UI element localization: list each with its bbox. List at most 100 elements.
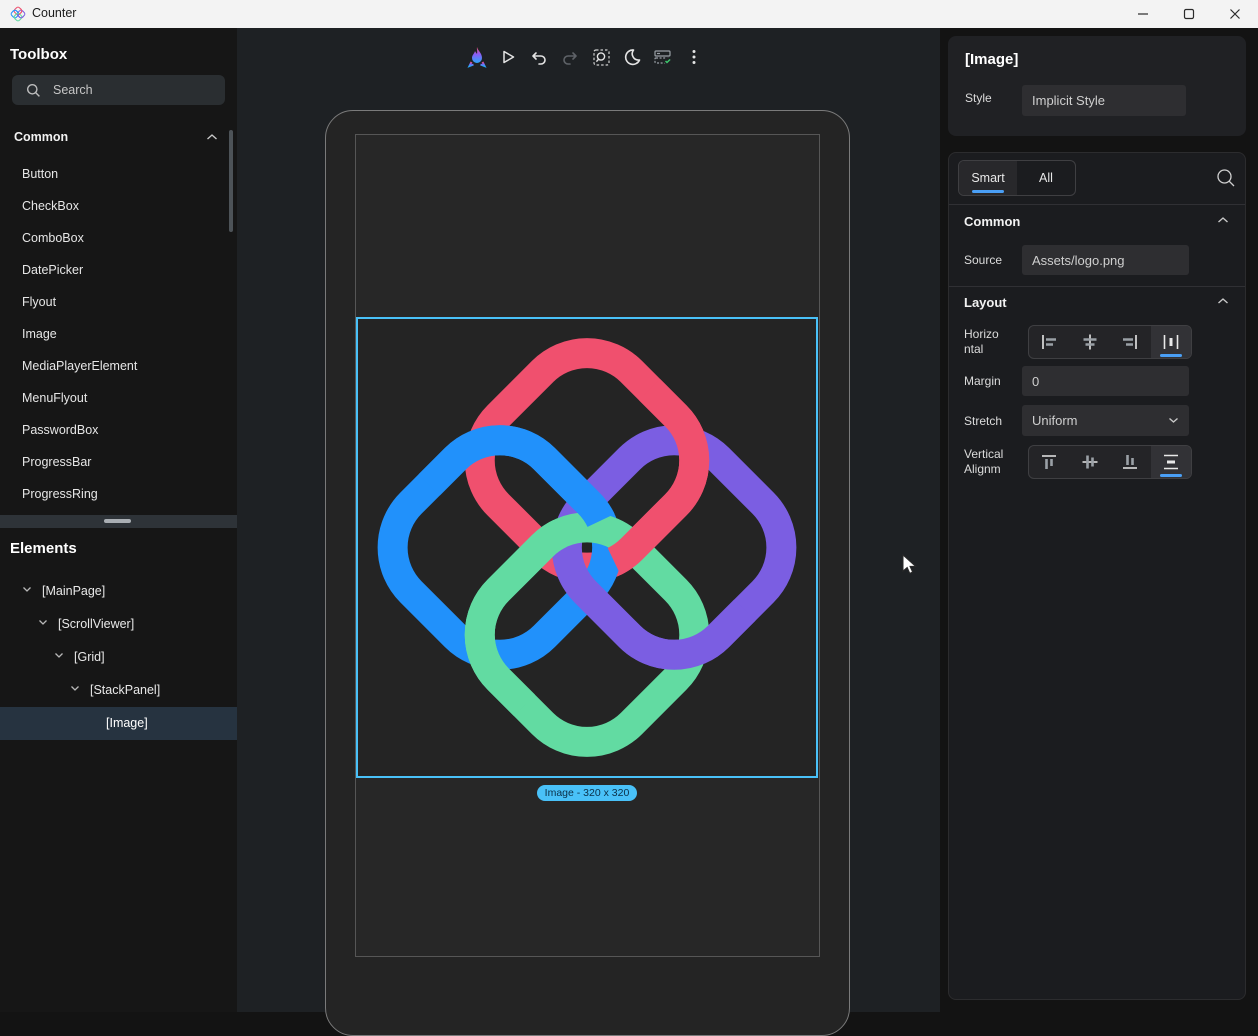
titlebar: Counter [0, 0, 1258, 28]
toolbox-title: Toolbox [10, 46, 67, 63]
play-icon[interactable] [496, 44, 520, 70]
toolbox-item-button[interactable]: Button [0, 158, 228, 190]
tree-item-label: [StackPanel] [90, 683, 160, 697]
tree-item-stackpanel[interactable]: [StackPanel] [0, 674, 237, 707]
toolbox-item-image[interactable]: Image [0, 318, 228, 350]
tree-item-label: [MainPage] [42, 584, 105, 598]
section-common-title: Common [964, 214, 1020, 229]
divider [949, 204, 1245, 205]
elements-title: Elements [10, 540, 77, 557]
active-toggle-indicator [1160, 474, 1182, 477]
chevron-up-icon[interactable] [1217, 216, 1229, 224]
section-layout-title: Layout [964, 295, 1007, 310]
maximize-button[interactable] [1166, 0, 1212, 28]
align-left-button[interactable] [1029, 326, 1070, 358]
align-middle-button[interactable] [1070, 446, 1111, 478]
horizontal-alignment-label: Horizo ntal [964, 327, 999, 357]
zoom-to-selection-icon[interactable] [589, 44, 613, 70]
active-toggle-indicator [1160, 354, 1182, 357]
style-label: Style [965, 91, 992, 106]
active-tab-indicator [972, 190, 1004, 193]
align-top-button[interactable] [1029, 446, 1070, 478]
toolbox-group-label: Common [14, 130, 68, 144]
properties-panel: [Image] Style Implicit Style Smart All C… [940, 28, 1258, 1012]
vertical-alignment-label: Vertical Alignm [964, 447, 1003, 477]
selected-image-element[interactable] [356, 317, 818, 778]
more-kebab-icon[interactable] [682, 44, 706, 70]
margin-field[interactable]: 0 [1022, 366, 1189, 396]
align-stretch-button[interactable] [1151, 326, 1192, 358]
search-icon [26, 83, 41, 98]
tab-all[interactable]: All [1017, 161, 1075, 195]
properties-search-icon[interactable] [1215, 167, 1237, 189]
source-label: Source [964, 253, 1002, 268]
tree-item-scrollviewer[interactable]: [ScrollViewer] [0, 608, 237, 641]
close-button[interactable] [1212, 0, 1258, 28]
tree-item-mainpage[interactable]: [MainPage] [0, 575, 237, 608]
divider [949, 286, 1245, 287]
align-vstretch-button[interactable] [1151, 446, 1192, 478]
tree-item-label: [Grid] [74, 650, 105, 664]
toolbox-item-combobox[interactable]: ComboBox [0, 222, 228, 254]
toolbox-horizontal-scrollbar[interactable] [0, 515, 237, 528]
mouse-cursor [901, 554, 921, 576]
margin-label: Margin [964, 374, 1001, 389]
tree-item-label: [ScrollViewer] [58, 617, 134, 631]
toolbox-list: Button CheckBox ComboBox DatePicker Flyo… [0, 158, 228, 510]
style-field[interactable]: Implicit Style [1022, 85, 1186, 116]
tree-item-grid[interactable]: [Grid] [0, 641, 237, 674]
horizontal-alignment-group [1028, 325, 1192, 359]
toolbox-item-datepicker[interactable]: DatePicker [0, 254, 228, 286]
chevron-down-icon[interactable] [22, 586, 32, 593]
window-title: Counter [32, 6, 76, 20]
stretch-dropdown[interactable]: Uniform [1022, 405, 1189, 436]
chevron-down-icon[interactable] [54, 652, 64, 659]
toolbox-group-common[interactable]: Common [0, 126, 228, 152]
stretch-value: Uniform [1032, 413, 1078, 428]
logo-image [358, 319, 816, 776]
tab-smart-label: Smart [971, 171, 1004, 185]
chevron-down-icon [1168, 417, 1179, 424]
toolbox-item-progressring[interactable]: ProgressRing [0, 478, 228, 510]
minimize-button[interactable] [1120, 0, 1166, 28]
chevron-down-icon[interactable] [70, 685, 80, 692]
properties-tabs: Smart All [958, 160, 1076, 196]
left-sidebar: Toolbox Common Button CheckBox ComboBox … [0, 28, 237, 1012]
selected-element-title: [Image] [965, 51, 1018, 68]
toolbox-vertical-scrollbar[interactable] [229, 130, 233, 232]
stretch-label: Stretch [964, 414, 1002, 429]
app-logo-icon [10, 6, 26, 22]
selection-size-badge: Image - 320 x 320 [467, 785, 707, 801]
theme-moon-icon[interactable] [620, 44, 644, 70]
selection-header-card: [Image] Style Implicit Style [948, 36, 1246, 136]
toolbox-item-checkbox[interactable]: CheckBox [0, 190, 228, 222]
search-input[interactable] [53, 83, 203, 97]
align-right-button[interactable] [1110, 326, 1151, 358]
chevron-up-icon[interactable] [1217, 297, 1229, 305]
tab-smart[interactable]: Smart [959, 161, 1017, 195]
toolbox-item-flyout[interactable]: Flyout [0, 286, 228, 318]
toolbox-item-menuflyout[interactable]: MenuFlyout [0, 382, 228, 414]
chevron-down-icon[interactable] [38, 619, 48, 626]
vertical-alignment-group [1028, 445, 1192, 479]
toolbox-item-progressbar[interactable]: ProgressBar [0, 446, 228, 478]
tree-item-image-selected[interactable]: [Image] [0, 707, 237, 740]
hot-reload-flame-icon[interactable] [465, 44, 489, 70]
redo-icon[interactable] [558, 44, 582, 70]
design-canvas[interactable]: Image - 320 x 320 [237, 28, 940, 1012]
toolbox-search[interactable] [12, 75, 225, 105]
align-bottom-button[interactable] [1110, 446, 1151, 478]
elements-tree: [MainPage] [ScrollViewer] [Grid] [StackP… [0, 575, 237, 740]
selection-size-label: Image - 320 x 320 [537, 785, 638, 801]
toolbox-item-passwordbox[interactable]: PasswordBox [0, 414, 228, 446]
status-check-icon[interactable] [651, 44, 675, 70]
source-field[interactable]: Assets/logo.png [1022, 245, 1189, 275]
align-center-button[interactable] [1070, 326, 1111, 358]
properties-card: Smart All Common Source Assets/logo.png … [948, 152, 1246, 1000]
undo-icon[interactable] [527, 44, 551, 70]
canvas-toolbar [465, 44, 706, 70]
tab-all-label: All [1039, 171, 1053, 185]
scrollbar-thumb[interactable] [104, 519, 131, 523]
toolbox-item-mediaplayerelement[interactable]: MediaPlayerElement [0, 350, 228, 382]
chevron-up-icon[interactable] [206, 133, 218, 141]
